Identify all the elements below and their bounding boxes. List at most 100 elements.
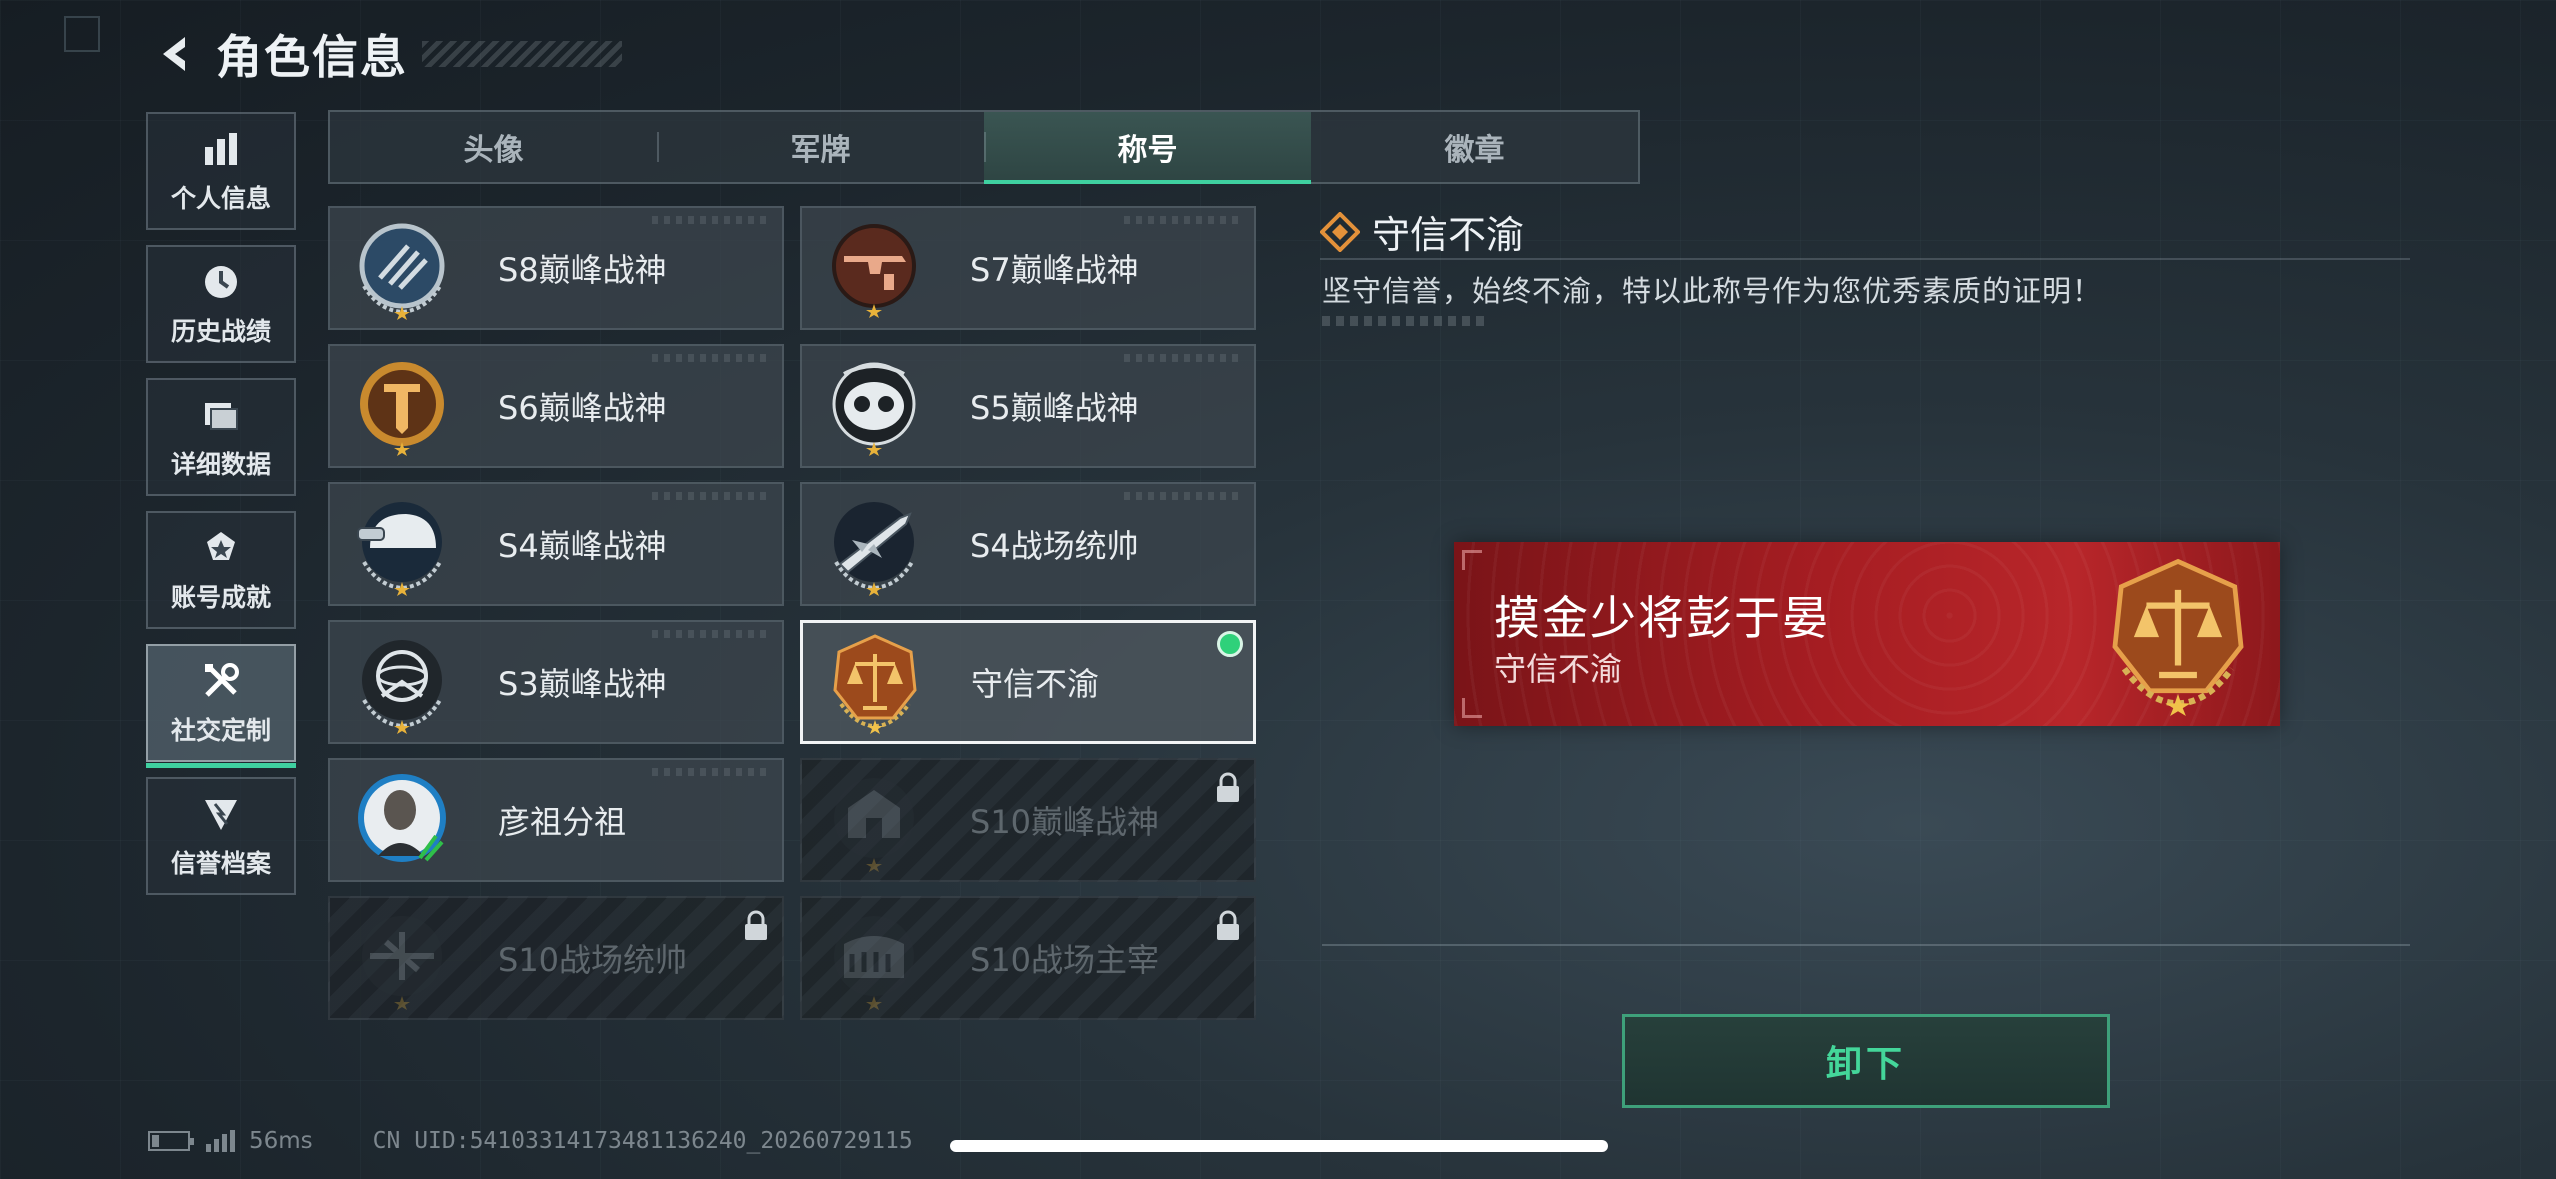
- title-card-locked[interactable]: S10战场主宰: [800, 896, 1256, 1020]
- tab-title[interactable]: 称号: [984, 112, 1311, 184]
- title-card[interactable]: S6巅峰战神: [328, 344, 784, 468]
- back-arrow-icon: [163, 37, 185, 71]
- sidebar-item-credit-record[interactable]: 信誉档案: [146, 777, 296, 895]
- lock-icon: [1217, 772, 1239, 802]
- corner-decoration: [64, 16, 100, 52]
- medal-icon: [199, 526, 243, 570]
- title-decoration: [422, 41, 622, 67]
- title-name: 彦祖分祖: [498, 803, 627, 841]
- sidebar-item-label: 详细数据: [170, 450, 271, 479]
- divider: [1322, 944, 2410, 946]
- sidebar-item-label: 社交定制: [170, 716, 271, 745]
- title-card[interactable]: S4战场统帅: [800, 482, 1256, 606]
- s10-colosseum-emblem-icon: [822, 906, 926, 1010]
- card-decoration: [652, 768, 772, 776]
- page-header: 角色信息: [148, 22, 622, 86]
- unequip-label: 卸下: [1825, 1044, 1906, 1085]
- title-card[interactable]: S5巅峰战神: [800, 344, 1256, 468]
- detail-description: 坚守信誉，始终不渝，特以此称号作为您优秀素质的证明！: [1322, 274, 2103, 308]
- sidebar-item-label: 信誉档案: [170, 849, 271, 878]
- battery-icon: [148, 1131, 194, 1151]
- clock-icon: [199, 260, 243, 304]
- title-name: S7巅峰战神: [970, 251, 1139, 289]
- title-name: S4巅峰战神: [498, 527, 667, 565]
- bar-chart-icon: [199, 127, 243, 171]
- shield-badge-icon: [199, 792, 243, 836]
- plate-title: 守信不渝: [1494, 650, 1623, 688]
- card-decoration: [1124, 354, 1244, 362]
- s10-building-emblem-icon: [822, 768, 926, 872]
- title-card[interactable]: S7巅峰战神: [800, 206, 1256, 330]
- tab-badge[interactable]: 徽章: [1311, 112, 1638, 182]
- status-bar: 56ms CN UID:541033141734811362​40_202607…: [148, 1128, 913, 1154]
- sidebar-item-detailed-data[interactable]: 详细数据: [146, 378, 296, 496]
- title-card-locked[interactable]: S10战场统帅: [328, 896, 784, 1020]
- title-detail-header: 守信不渝: [1320, 204, 1524, 259]
- title-card-locked[interactable]: S10巅峰战神: [800, 758, 1256, 882]
- unequip-button[interactable]: 卸下: [1622, 1014, 2110, 1108]
- lock-icon: [745, 910, 767, 940]
- s5-emblem-icon: [822, 354, 926, 458]
- category-tabs: 头像 军牌 称号 徽章: [328, 110, 1640, 184]
- title-name: S10巅峰战神: [970, 803, 1160, 841]
- back-button[interactable]: [148, 28, 200, 80]
- s8-emblem-icon: [350, 216, 454, 320]
- plate-corner: [1462, 550, 1482, 570]
- player-name: 摸金少将彭于晏: [1494, 591, 1830, 645]
- card-decoration: [1124, 216, 1244, 224]
- battery-level: [152, 1135, 159, 1147]
- sidebar-item-history[interactable]: 历史战绩: [146, 245, 296, 363]
- lock-icon: [1217, 910, 1239, 940]
- sidebar-item-label: 账号成就: [170, 583, 271, 612]
- signal-icon: [206, 1130, 235, 1152]
- portrait-emblem-icon: [350, 768, 454, 872]
- card-decoration: [652, 354, 772, 362]
- s4-helmet-emblem-icon: [350, 492, 454, 596]
- title-card[interactable]: 彦祖分祖: [328, 758, 784, 882]
- home-indicator[interactable]: [950, 1140, 1608, 1152]
- s3-globe-emblem-icon: [350, 630, 454, 734]
- detail-title: 守信不渝: [1372, 213, 1525, 257]
- sidebar-item-achievements[interactable]: 账号成就: [146, 511, 296, 629]
- title-name: 守信不渝: [971, 665, 1100, 703]
- name-plate-preview: 摸金少将彭于晏 守信不渝: [1454, 542, 2280, 726]
- card-decoration: [652, 630, 772, 638]
- card-decoration: [652, 492, 772, 500]
- sidebar-item-label: 历史战绩: [170, 317, 271, 346]
- sidebar-item-label: 个人信息: [170, 184, 271, 213]
- side-navigation: 个人信息 历史战绩 详细数据 账号成就 社交定制 信誉档案: [146, 112, 296, 910]
- title-name: S10战场统帅: [498, 941, 688, 979]
- title-list: S8巅峰战神 S7巅峰战神 S6巅峰战神 S5巅峰战神 S4巅峰战神 S4战场统…: [328, 206, 1262, 1020]
- s7-emblem-icon: [822, 216, 926, 320]
- s10-aircraft-emblem-icon: [350, 906, 454, 1010]
- folder-icon: [199, 393, 243, 437]
- detail-decoration: [1322, 316, 1488, 326]
- s6-emblem-icon: [350, 354, 454, 458]
- sidebar-item-personal-info[interactable]: 个人信息: [146, 112, 296, 230]
- diamond-icon: [1320, 211, 1360, 252]
- tools-icon: [199, 659, 243, 703]
- sidebar-item-social-custom[interactable]: 社交定制: [146, 644, 296, 768]
- tab-avatar[interactable]: 头像: [330, 112, 657, 182]
- tab-dog-tag[interactable]: 军牌: [657, 112, 984, 182]
- title-name: S4战场统帅: [970, 527, 1139, 565]
- title-name: S6巅峰战神: [498, 389, 667, 427]
- scales-emblem-icon: [823, 630, 927, 734]
- s4-missile-emblem-icon: [822, 492, 926, 596]
- page-title: 角色信息: [216, 30, 408, 84]
- user-uid: CN UID:541033141734811362​40_20260729115: [372, 1128, 913, 1154]
- divider: [1320, 258, 2410, 260]
- title-card-selected[interactable]: 守信不渝: [800, 620, 1256, 744]
- scales-emblem-icon: [2096, 552, 2260, 716]
- title-card[interactable]: S8巅峰战神: [328, 206, 784, 330]
- title-name: S8巅峰战神: [498, 251, 667, 289]
- title-name: S5巅峰战神: [970, 389, 1139, 427]
- card-decoration: [652, 216, 772, 224]
- title-name: S10战场主宰: [970, 941, 1160, 979]
- title-card[interactable]: S3巅峰战神: [328, 620, 784, 744]
- title-card[interactable]: S4巅峰战神: [328, 482, 784, 606]
- title-name: S3巅峰战神: [498, 665, 667, 703]
- equipped-indicator: [1217, 631, 1243, 657]
- ping-value: 56ms: [249, 1128, 313, 1154]
- plate-corner: [1462, 698, 1482, 718]
